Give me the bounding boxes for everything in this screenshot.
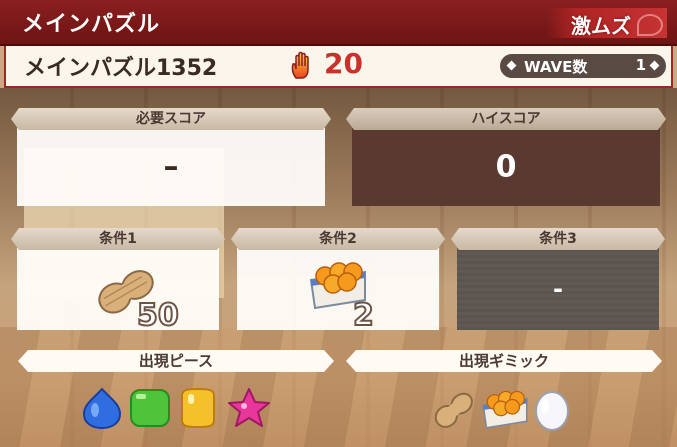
wave-label: WAVE数 bbox=[524, 58, 588, 76]
required-score-body: – bbox=[17, 128, 325, 206]
page-title: メインパズル bbox=[22, 12, 161, 37]
blue-drop-piece bbox=[82, 387, 122, 430]
condition-3-body: - bbox=[457, 248, 659, 330]
wave-value: 1 bbox=[635, 56, 646, 74]
difficulty-label: 激ムズ bbox=[571, 14, 631, 38]
header-bar: メインパズル 激ムズ bbox=[0, 0, 677, 46]
high-score-body: 0 bbox=[352, 128, 660, 206]
condition-2-label: 条件2 bbox=[231, 228, 445, 250]
swirl-decoration-icon bbox=[637, 14, 663, 36]
diamond-icon bbox=[649, 60, 660, 71]
pink-star-piece bbox=[228, 388, 270, 427]
gimmicks-ribbon: 出現ギミック bbox=[346, 350, 662, 372]
condition-2-count: 2 bbox=[352, 297, 375, 334]
condition-3-label: 条件3 bbox=[451, 228, 665, 250]
high-score-value: 0 bbox=[495, 149, 517, 185]
difficulty-badge: 激ムズ bbox=[547, 8, 667, 38]
condition-1-label: 条件1 bbox=[11, 228, 225, 250]
required-score-value: – bbox=[163, 149, 179, 185]
condition-1-body: 50 bbox=[17, 248, 219, 334]
stage-info-bar: メインパズル1352 20 WAVE数 1 bbox=[4, 46, 673, 88]
orange-box-gimmick-icon bbox=[482, 390, 528, 429]
stamina-cost: 20 bbox=[324, 47, 363, 80]
condition-2-panel: 2 条件2 bbox=[231, 228, 445, 334]
stage-name: メインパズル1352 bbox=[24, 56, 218, 81]
required-score-panel: – 必要スコア bbox=[11, 108, 331, 206]
yellow-square-piece bbox=[181, 387, 215, 429]
green-square-piece bbox=[130, 389, 170, 427]
high-score-label: ハイスコア bbox=[346, 108, 666, 130]
required-score-label: 必要スコア bbox=[11, 108, 331, 130]
hand-stamina-icon bbox=[291, 51, 309, 79]
wave-count-pill: WAVE数 1 bbox=[500, 54, 666, 78]
condition-1-count: 50 bbox=[136, 297, 180, 334]
condition-3-panel: - 条件3 bbox=[451, 228, 665, 330]
condition-1-panel: 50 条件1 bbox=[11, 228, 225, 334]
high-score-panel: 0 ハイスコア bbox=[346, 108, 666, 206]
pieces-ribbon: 出現ピース bbox=[18, 350, 334, 372]
condition-3-value: - bbox=[553, 275, 563, 303]
egg-icon bbox=[535, 391, 569, 431]
peanut-gimmick-icon bbox=[434, 392, 473, 428]
diamond-icon bbox=[506, 60, 517, 71]
condition-2-body: 2 bbox=[237, 248, 439, 334]
